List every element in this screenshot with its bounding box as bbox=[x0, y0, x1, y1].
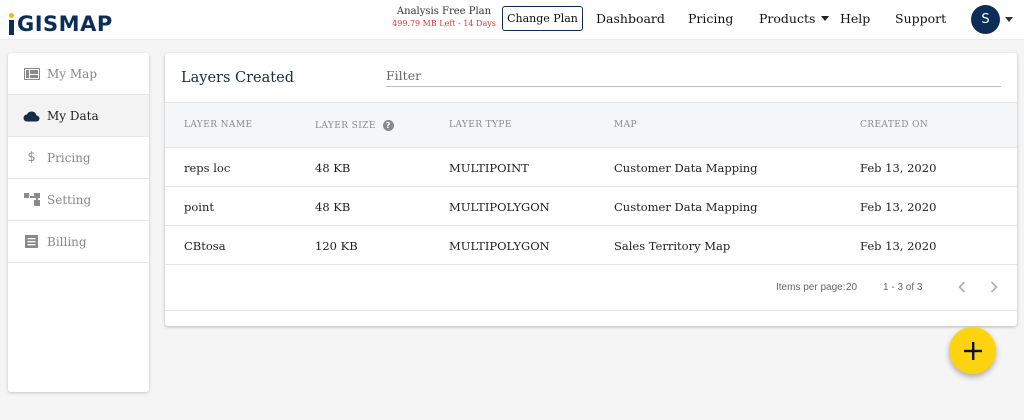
cell-created-on: Feb 13, 2020 bbox=[860, 161, 937, 175]
cell-layer-type: MULTIPOLYGON bbox=[449, 239, 550, 253]
nav-support[interactable]: Support bbox=[895, 11, 946, 26]
chevron-left-icon bbox=[958, 281, 966, 293]
change-plan-button[interactable]: Change Plan bbox=[502, 6, 583, 31]
cloud-icon bbox=[23, 109, 40, 123]
nav-products[interactable]: Products bbox=[759, 11, 830, 26]
logo-i-mark bbox=[8, 13, 16, 35]
filter-input[interactable] bbox=[386, 65, 1001, 87]
table-row[interactable]: CBtosa 120 KB MULTIPOLYGON Sales Territo… bbox=[165, 226, 1017, 265]
column-header-map[interactable]: MAP bbox=[614, 120, 637, 130]
layers-table: LAYER NAME LAYER SIZE? LAYER TYPE MAP CR… bbox=[165, 102, 1017, 265]
sidebar-item-my-data[interactable]: My Data bbox=[8, 95, 149, 137]
top-header: GISMAP Analysis Free Plan 499.79 MB Left… bbox=[0, 0, 1024, 40]
sidebar-item-pricing[interactable]: $ Pricing bbox=[8, 137, 149, 179]
chevron-down-icon bbox=[821, 16, 830, 21]
dollar-icon: $ bbox=[27, 150, 36, 165]
table-header: LAYER NAME LAYER SIZE? LAYER TYPE MAP CR… bbox=[165, 102, 1017, 148]
cell-map: Sales Territory Map bbox=[614, 239, 731, 253]
page-size-select[interactable]: 20 bbox=[846, 282, 857, 293]
settings-icon bbox=[23, 193, 40, 207]
plan-remaining: 499.79 MB Left - 14 Days bbox=[392, 19, 496, 28]
sidebar-item-label: Pricing bbox=[47, 150, 91, 165]
billing-icon bbox=[23, 235, 40, 249]
sidebar-item-billing[interactable]: Billing bbox=[8, 221, 149, 263]
cell-layer-size: 48 KB bbox=[315, 161, 351, 175]
table-row[interactable]: point 48 KB MULTIPOLYGON Customer Data M… bbox=[165, 187, 1017, 226]
cell-layer-size: 120 KB bbox=[315, 239, 358, 253]
column-header-layer-type[interactable]: LAYER TYPE bbox=[449, 120, 512, 130]
sidebar-item-label: My Map bbox=[47, 66, 98, 81]
add-layer-button[interactable] bbox=[949, 327, 996, 374]
avatar[interactable]: S bbox=[971, 5, 1000, 34]
cell-layer-type: MULTIPOINT bbox=[449, 161, 529, 175]
cell-layer-name: point bbox=[184, 200, 214, 214]
help-icon[interactable]: ? bbox=[382, 120, 394, 131]
sidebar-item-label: My Data bbox=[47, 108, 99, 123]
column-header-layer-size[interactable]: LAYER SIZE? bbox=[315, 120, 394, 131]
cell-layer-type: MULTIPOLYGON bbox=[449, 200, 550, 214]
items-per-page-label: Items per page: bbox=[776, 282, 846, 293]
column-header-created-on[interactable]: CREATED ON bbox=[860, 120, 928, 130]
layers-card: Layers Created LAYER NAME LAYER SIZE? LA… bbox=[165, 53, 1017, 326]
plus-icon bbox=[963, 341, 982, 360]
sidebar: My Map My Data $ Pricing Setting Billing bbox=[8, 53, 149, 392]
nav-dashboard[interactable]: Dashboard bbox=[596, 11, 665, 26]
previous-page-button[interactable] bbox=[952, 277, 972, 297]
page-title: Layers Created bbox=[181, 70, 294, 86]
cell-layer-name: reps loc bbox=[184, 161, 231, 175]
map-icon bbox=[23, 67, 40, 81]
page-range: 1 - 3 of 3 bbox=[883, 282, 923, 293]
account-menu-caret-icon[interactable] bbox=[1005, 17, 1013, 22]
cell-created-on: Feb 13, 2020 bbox=[860, 239, 937, 253]
plan-info: Analysis Free Plan 499.79 MB Left - 14 D… bbox=[388, 6, 500, 30]
chevron-right-icon bbox=[990, 281, 998, 293]
cell-created-on: Feb 13, 2020 bbox=[860, 200, 937, 214]
cell-layer-name: CBtosa bbox=[184, 239, 226, 253]
cell-map: Customer Data Mapping bbox=[614, 161, 758, 175]
gismap-logo[interactable]: GISMAP bbox=[8, 7, 113, 35]
nav-help[interactable]: Help bbox=[840, 11, 870, 26]
sidebar-item-label: Billing bbox=[47, 234, 87, 249]
next-page-button[interactable] bbox=[984, 277, 1004, 297]
nav-products-label: Products bbox=[759, 11, 816, 26]
sidebar-item-my-map[interactable]: My Map bbox=[8, 53, 149, 95]
logo-text: GISMAP bbox=[17, 12, 113, 36]
sidebar-item-setting[interactable]: Setting bbox=[8, 179, 149, 221]
cell-layer-size: 48 KB bbox=[315, 200, 351, 214]
column-header-layer-name[interactable]: LAYER NAME bbox=[184, 120, 252, 130]
plan-name: Analysis Free Plan bbox=[396, 6, 492, 17]
column-header-label: LAYER SIZE bbox=[315, 120, 376, 131]
nav-pricing[interactable]: Pricing bbox=[688, 11, 733, 26]
table-row[interactable]: reps loc 48 KB MULTIPOINT Customer Data … bbox=[165, 148, 1017, 187]
cell-map: Customer Data Mapping bbox=[614, 200, 758, 214]
paginator: Items per page: 20 1 - 3 of 3 bbox=[165, 265, 1017, 311]
sidebar-item-label: Setting bbox=[47, 192, 92, 207]
